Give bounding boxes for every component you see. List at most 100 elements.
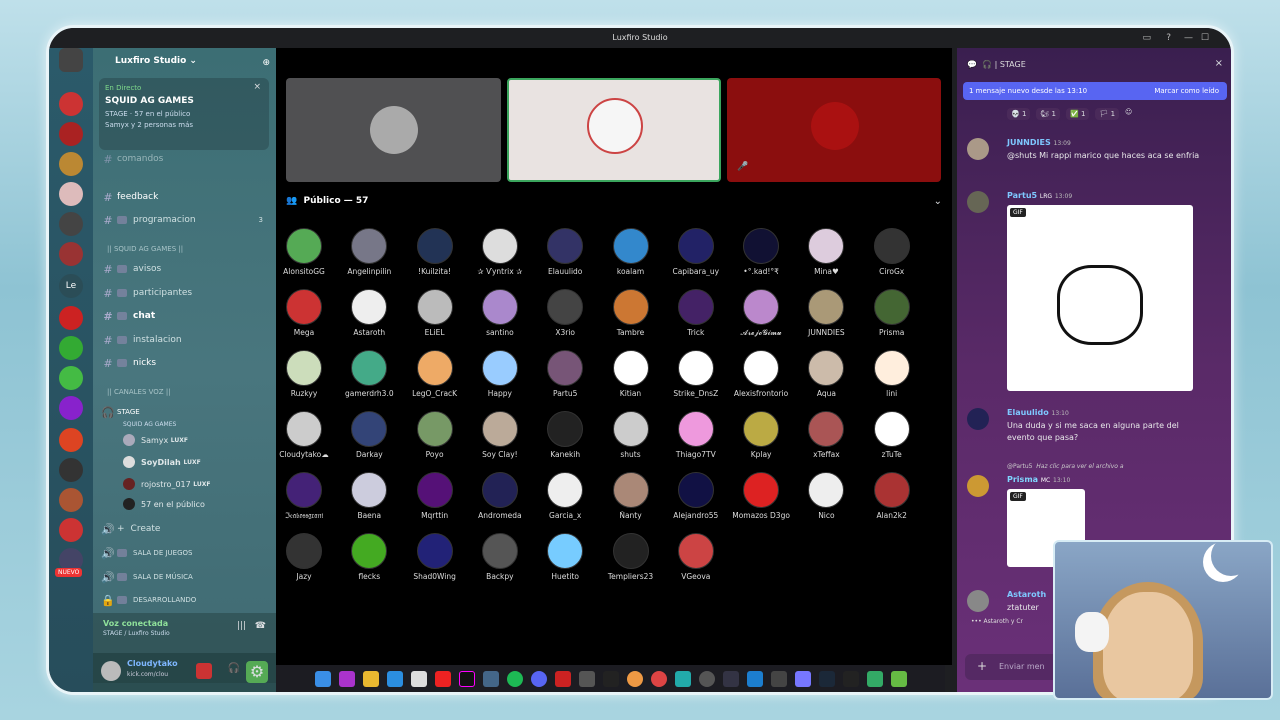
stage-channel[interactable]: 🎧 STAGE — [99, 403, 271, 421]
audience-member[interactable]: zTuTe — [859, 411, 925, 459]
tiktok-icon[interactable] — [458, 670, 475, 687]
disconnect-icon[interactable]: ☎ — [255, 621, 266, 631]
server-icon[interactable] — [59, 122, 83, 146]
audience-member[interactable]: •°.kad!°₹ — [728, 228, 794, 276]
minimize-button[interactable]: — — [1184, 28, 1193, 48]
app-icon[interactable] — [866, 670, 883, 687]
server-le[interactable]: Le — [59, 274, 83, 298]
app-icon[interactable] — [770, 670, 787, 687]
windows-start-icon[interactable] — [314, 670, 331, 687]
audience-member[interactable]: lini — [859, 350, 925, 398]
add-reaction-icon[interactable]: ☺ — [1125, 108, 1132, 120]
close-icon[interactable]: × — [253, 82, 261, 92]
audience-member[interactable]: Ruzkyy — [271, 350, 337, 398]
server-icon[interactable] — [59, 458, 83, 482]
threads-icon[interactable]: 💬 — [967, 60, 977, 69]
audience-member[interactable]: X3rio — [532, 289, 598, 337]
avatar[interactable] — [101, 661, 121, 681]
chevron-down-icon[interactable]: ⌄ — [934, 196, 942, 207]
avatar[interactable] — [967, 138, 989, 160]
voice-user[interactable]: rojostro_017 LUXF — [123, 476, 210, 492]
audience-member[interactable]: CiroGx — [859, 228, 925, 276]
settings-icon[interactable]: ⚙ — [246, 661, 268, 683]
speaker-tile[interactable] — [286, 78, 501, 182]
server-icon[interactable] — [59, 488, 83, 512]
voice-audience[interactable]: 57 en el público — [123, 496, 205, 512]
audience-member[interactable]: Thiago7TV — [663, 411, 729, 459]
voice-channel-create[interactable]: 🔊 + Create — [99, 520, 271, 538]
audience-member[interactable]: Kanekih — [532, 411, 598, 459]
stage-event-card[interactable]: En Directo SQUID AG GAMES STAGE · 57 en … — [99, 78, 269, 150]
help-icon[interactable]: ? — [1166, 28, 1171, 48]
headphones-icon[interactable]: 🎧 — [228, 663, 240, 674]
audience-member[interactable]: Tambre — [598, 289, 664, 337]
mark-read-button[interactable]: Marcar como leído — [1154, 87, 1219, 95]
audience-member[interactable]: Kitian — [598, 350, 664, 398]
server-icon[interactable] — [59, 92, 83, 116]
audience-member[interactable]: Backpy — [467, 533, 533, 581]
channel-nicks[interactable]: # nicks — [99, 354, 271, 372]
audience-member[interactable]: Baena — [336, 472, 402, 520]
audience-member[interactable]: Strike_DnsZ — [663, 350, 729, 398]
audience-header[interactable]: 👥 Público — 57 — [286, 196, 368, 206]
discord-icon[interactable] — [530, 670, 547, 687]
server-header[interactable]: Luxfiro Studio ⌄ — [93, 48, 276, 74]
audience-member[interactable]: Prisma — [859, 289, 925, 337]
voice-channel-juegos[interactable]: 🔊 SALA DE JUEGOS — [99, 544, 271, 562]
audience-member[interactable]: Cloudytako☁ — [271, 411, 337, 459]
audience-member[interactable]: Mqrttin — [402, 472, 468, 520]
minecraft-icon[interactable] — [890, 670, 907, 687]
maximize-button[interactable]: ☐ — [1201, 28, 1209, 48]
chrome-icon[interactable] — [626, 670, 643, 687]
server-icon[interactable] — [59, 212, 83, 236]
store-icon[interactable] — [410, 670, 427, 687]
mic-muted-icon[interactable] — [196, 663, 212, 679]
channel-comandos[interactable]: # comandos — [99, 150, 271, 168]
app-icon[interactable] — [338, 670, 355, 687]
audience-member[interactable]: Astaroth — [336, 289, 402, 337]
discord-home-icon[interactable] — [59, 48, 83, 72]
plus-icon[interactable]: + — [977, 659, 987, 673]
chrome-icon[interactable] — [650, 670, 667, 687]
folder-icon[interactable] — [362, 670, 379, 687]
avatar[interactable] — [967, 590, 989, 612]
channel-avisos[interactable]: # avisos — [99, 260, 271, 278]
opera-icon[interactable] — [434, 670, 451, 687]
audience-member[interactable]: Mega — [271, 289, 337, 337]
voice-channel-musica[interactable]: 🔊 SALA DE MÚSICA — [99, 568, 271, 586]
category-squid[interactable]: || SQUID AG GAMES || — [107, 245, 183, 253]
audience-member[interactable]: Angelinpilin — [336, 228, 402, 276]
app-icon[interactable] — [674, 670, 691, 687]
audience-member[interactable]: JUNNDIES — [793, 289, 859, 337]
audience-member[interactable]: Nico — [793, 472, 859, 520]
reply-reference[interactable]: @Partu5 Haz clic para ver el archivo a — [1007, 463, 1124, 470]
channel-instalacion[interactable]: # instalacion — [99, 331, 271, 349]
server-icon[interactable] — [59, 336, 83, 360]
server-icon[interactable] — [59, 366, 83, 390]
vscode-icon[interactable] — [746, 670, 763, 687]
reaction[interactable]: ✅ 1 — [1066, 108, 1090, 120]
speaker-tile[interactable]: 🎤 — [727, 78, 941, 182]
reaction[interactable]: 🏳 1 — [1095, 108, 1120, 120]
audience-member[interactable]: xTeffax — [793, 411, 859, 459]
channel-participantes[interactable]: # participantes — [99, 284, 271, 302]
audience-member[interactable]: shuts — [598, 411, 664, 459]
soundboard-icon[interactable]: ||| — [237, 621, 246, 631]
audience-member[interactable]: koalam — [598, 228, 664, 276]
server-icon[interactable] — [59, 428, 83, 452]
audience-member[interactable]: Alan2k2 — [859, 472, 925, 520]
audience-member[interactable]: santino — [467, 289, 533, 337]
channel-programacion[interactable]: # programacion 3 — [99, 211, 271, 229]
audience-member[interactable]: !Kuilzita! — [402, 228, 468, 276]
audience-member[interactable]: Trick — [663, 289, 729, 337]
server-icon[interactable] — [59, 152, 83, 176]
audience-member[interactable]: 𝓐𝓻𝓮𝓳𝓸𝓖𝓲𝓶𝓾 — [728, 289, 794, 338]
close-icon[interactable]: × — [1215, 58, 1223, 69]
audience-member[interactable]: Jazy — [271, 533, 337, 581]
category-voice[interactable]: || CANALES VOZ || — [107, 388, 171, 396]
audience-member[interactable]: LegO_CracK — [402, 350, 468, 398]
audience-member[interactable]: ℑ𝔢𝔞𝔟𝔬𝔰𝔰𝔤𝔯𝔞𝔫𝔦 — [271, 472, 337, 521]
app-icon[interactable] — [482, 670, 499, 687]
epic-icon[interactable] — [842, 670, 859, 687]
avatar[interactable] — [967, 475, 989, 497]
